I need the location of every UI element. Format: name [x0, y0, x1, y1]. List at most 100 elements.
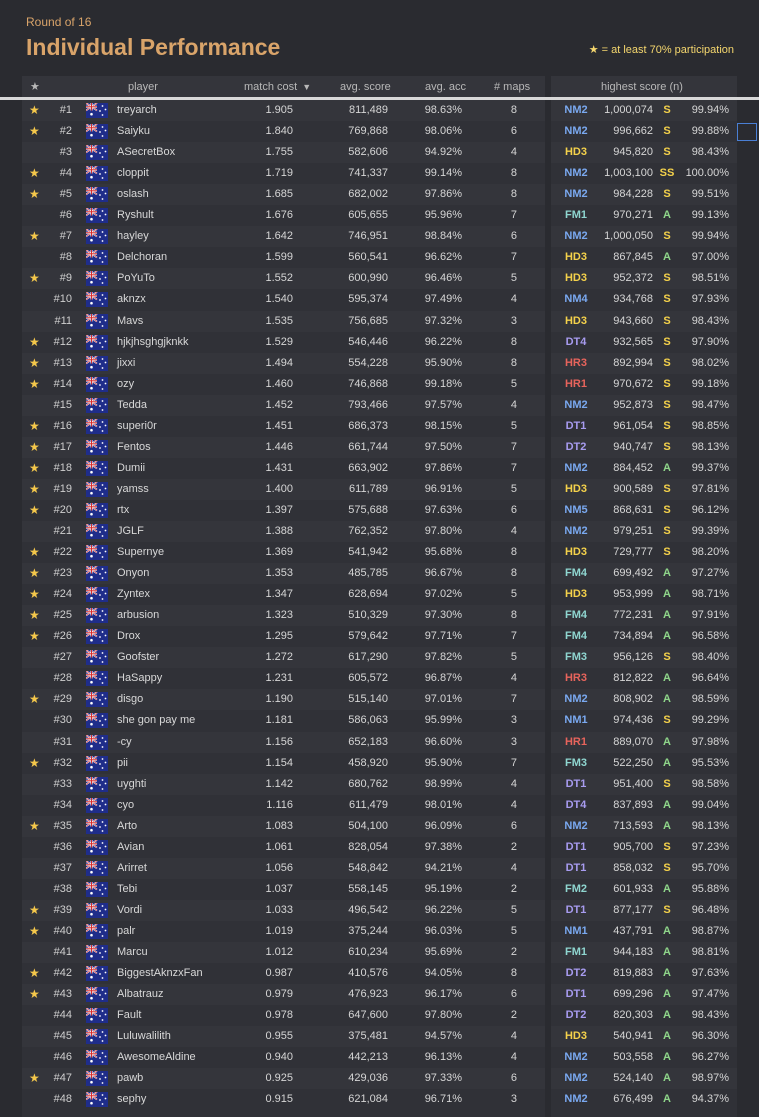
player-name[interactable]: Tebi — [117, 879, 137, 900]
match-cost-column-header[interactable]: match cost ▼ — [244, 76, 311, 98]
player-name[interactable]: Arto — [117, 816, 137, 837]
table-row[interactable]: #31 -cy 1.156 652,183 96.60% 3 HR1 889,070 A 97.9… — [0, 731, 759, 753]
avg-score-column-header[interactable]: avg. score — [340, 76, 391, 98]
table-row[interactable]: #30 she gon pay me 1.181 586,063 95.99% 3 NM1 9… — [0, 710, 759, 731]
table-row[interactable]: ★ #13 jixxi 1.494 554,228 95.90% 8 HR3 892,994 S 9… — [0, 352, 759, 374]
table-row[interactable]: ★ #12 hjkjhsghgjknkk 1.529 546,446 96.22% 8 DT4… — [0, 332, 759, 353]
table-row[interactable]: ★ #39 Vordi 1.033 496,542 96.22% 5 DT1 877,177 S 9… — [0, 899, 759, 921]
player-name[interactable]: Mavs — [117, 311, 143, 332]
table-row[interactable]: ★ #22 Supernye 1.369 541,942 95.68% 8 HD3 729,77… — [0, 542, 759, 563]
table-row[interactable]: ★ #47 pawb 0.925 429,036 97.33% 6 NM2 524,140 A 98… — [0, 1068, 759, 1090]
player-name[interactable]: cloppit — [117, 163, 149, 184]
player-name[interactable]: HaSappy — [117, 668, 162, 689]
table-row[interactable]: ★ #29 disgo 1.190 515,140 97.01% 7 NM2 808,902 A 9… — [0, 689, 759, 711]
table-row[interactable]: ★ #25 arbusion 1.323 510,329 97.30% 8 FM4 772,23… — [0, 605, 759, 627]
player-name[interactable]: JGLF — [117, 521, 144, 542]
player-name[interactable]: oslash — [117, 184, 149, 205]
player-name[interactable]: sephy — [117, 1089, 146, 1110]
player-name[interactable]: pii — [117, 753, 128, 774]
player-name[interactable]: she gon pay me — [117, 710, 195, 731]
player-name[interactable]: BiggestAknzxFan — [117, 963, 203, 984]
table-row[interactable]: ★ #1 treyarch 1.905 811,489 98.63% 8 NM2 1,000,0… — [0, 100, 759, 121]
selection-box[interactable] — [737, 123, 757, 141]
table-row[interactable]: ★ #7 hayley 1.642 746,951 98.84% 6 NM2 1,000,050… — [0, 226, 759, 248]
player-name[interactable]: arbusion — [117, 605, 159, 626]
table-row[interactable]: #34 cyo 1.116 611,479 98.01% 4 DT4 837,893 A 99.0… — [0, 795, 759, 816]
table-row[interactable]: #37 Arirret 1.056 548,842 94.21% 4 DT1 858,032 S… — [0, 857, 759, 879]
player-name[interactable]: palr — [117, 921, 135, 942]
table-row[interactable]: #48 sephy 0.915 621,084 96.71% 3 NM2 676,499 A 94… — [0, 1089, 759, 1110]
player-name[interactable]: Tedda — [117, 395, 147, 416]
table-row[interactable]: #8 Delchoran 1.599 560,541 96.62% 7 HD3 867,845… — [0, 247, 759, 268]
player-name[interactable]: pawb — [117, 1068, 143, 1089]
table-row[interactable]: ★ #32 pii 1.154 458,920 95.90% 7 FM3 522,250 A 95.… — [0, 753, 759, 774]
maps-column-header[interactable]: # maps — [494, 76, 530, 98]
table-row[interactable]: ★ #42 BiggestAknzxFan 0.987 410,576 94.05% 8 DT… — [0, 963, 759, 984]
table-row[interactable]: #44 Fault 0.978 647,600 97.80% 2 DT2 820,303 A 98… — [0, 1005, 759, 1026]
table-row[interactable]: ★ #4 cloppit 1.719 741,337 99.14% 8 NM2 1,003,10… — [0, 163, 759, 184]
player-name[interactable]: Ryshult — [117, 205, 154, 226]
player-name[interactable]: ASecretBox — [117, 142, 175, 163]
table-row[interactable]: #21 JGLF 1.388 762,352 97.80% 4 NM2 979,251 S 99.… — [0, 521, 759, 542]
player-name[interactable]: Arirret — [117, 858, 147, 879]
player-name[interactable]: Supernye — [117, 542, 164, 563]
avg-acc-column-header[interactable]: avg. acc — [425, 76, 466, 98]
table-row[interactable]: #11 Mavs 1.535 756,685 97.32% 3 HD3 943,660 S 98.… — [0, 310, 759, 332]
table-row[interactable]: ★ #20 rtx 1.397 575,688 97.63% 6 NM5 868,631 S 96.… — [0, 500, 759, 521]
table-row[interactable]: ★ #24 Zyntex 1.347 628,694 97.02% 5 HD3 953,999 A… — [0, 584, 759, 605]
player-column-header[interactable]: player — [128, 76, 158, 98]
table-row[interactable]: #33 uyghti 1.142 680,762 98.99% 4 DT1 951,400 S 9… — [0, 773, 759, 795]
player-name[interactable]: Albatrauz — [117, 984, 163, 1005]
table-row[interactable]: #36 Avian 1.061 828,054 97.38% 2 DT1 905,700 S 97… — [0, 837, 759, 858]
player-name[interactable]: Fault — [117, 1005, 141, 1026]
player-name[interactable]: uyghti — [117, 774, 146, 795]
table-row[interactable]: #10 aknzx 1.540 595,374 97.49% 4 NM4 934,768 S 97… — [0, 289, 759, 310]
highest-score-column-header[interactable]: highest score (n) — [601, 76, 683, 98]
player-name[interactable]: aknzx — [117, 289, 146, 310]
table-row[interactable]: ★ #2 Saiyku 1.840 769,868 98.06% 6 NM2 996,662 S 9… — [0, 121, 759, 142]
table-row[interactable]: ★ #19 yamss 1.400 611,789 96.91% 5 HD3 900,589 S 9… — [0, 478, 759, 500]
table-row[interactable]: #38 Tebi 1.037 558,145 95.19% 2 FM2 601,933 A 95.… — [0, 879, 759, 900]
table-row[interactable]: ★ #9 PoYuTo 1.552 600,990 96.46% 5 HD3 952,372 S 9… — [0, 268, 759, 290]
table-row[interactable]: ★ #18 Dumii 1.431 663,902 97.86% 7 NM2 884,452 A 9… — [0, 458, 759, 479]
player-name[interactable]: jixxi — [117, 353, 135, 374]
table-row[interactable]: ★ #26 Drox 1.295 579,642 97.71% 7 FM4 734,894 A 96… — [0, 626, 759, 647]
player-name[interactable]: Delchoran — [117, 247, 167, 268]
player-name[interactable]: Marcu — [117, 942, 148, 963]
table-row[interactable]: #41 Marcu 1.012 610,234 95.69% 2 FM1 944,183 A 98… — [0, 942, 759, 963]
player-name[interactable]: disgo — [117, 689, 143, 710]
player-name[interactable]: Goofster — [117, 647, 159, 668]
player-name[interactable]: Luluwalilith — [117, 1026, 171, 1047]
table-row[interactable]: #46 AwesomeAldine 0.940 442,213 96.13% 4 NM2 50… — [0, 1047, 759, 1068]
player-name[interactable]: hjkjhsghgjknkk — [117, 332, 189, 353]
table-row[interactable]: ★ #5 oslash 1.685 682,002 97.86% 8 NM2 984,228 S 9… — [0, 184, 759, 206]
table-row[interactable]: ★ #16 superi0r 1.451 686,373 98.15% 5 DT1 961,05… — [0, 416, 759, 437]
table-row[interactable]: #45 Luluwalilith 0.955 375,481 94.57% 4 HD3 540… — [0, 1026, 759, 1048]
player-name[interactable]: rtx — [117, 500, 129, 521]
table-row[interactable]: ★ #43 Albatrauz 0.979 476,923 96.17% 6 DT1 699,2… — [0, 984, 759, 1006]
player-name[interactable]: Avian — [117, 837, 144, 858]
player-name[interactable]: yamss — [117, 479, 149, 500]
table-row[interactable]: #15 Tedda 1.452 793,466 97.57% 4 NM2 952,873 S 98… — [0, 394, 759, 416]
player-name[interactable]: Dumii — [117, 458, 145, 479]
player-name[interactable]: superi0r — [117, 416, 157, 437]
player-name[interactable]: Saiyku — [117, 121, 150, 142]
table-row[interactable]: ★ #14 ozy 1.460 746,868 99.18% 5 HR1 970,672 S 99.… — [0, 374, 759, 395]
table-row[interactable]: ★ #40 palr 1.019 375,244 96.03% 5 NM1 437,791 A 98… — [0, 921, 759, 942]
player-name[interactable]: Fentos — [117, 437, 151, 458]
player-name[interactable]: Zyntex — [117, 584, 150, 605]
player-name[interactable]: Drox — [117, 626, 140, 647]
star-column-header[interactable]: ★ — [30, 76, 40, 98]
player-name[interactable]: ozy — [117, 374, 134, 395]
player-name[interactable]: Onyon — [117, 563, 149, 584]
table-row[interactable]: ★ #17 Fentos 1.446 661,744 97.50% 7 DT2 940,747 S… — [0, 436, 759, 458]
table-row[interactable]: #6 Ryshult 1.676 605,655 95.96% 7 FM1 970,271 A 9… — [0, 205, 759, 226]
player-name[interactable]: -cy — [117, 732, 132, 753]
player-name[interactable]: Vordi — [117, 900, 142, 921]
table-row[interactable]: #3 ASecretBox 1.755 582,606 94.92% 4 HD3 945,82… — [0, 142, 759, 164]
player-name[interactable]: hayley — [117, 226, 149, 247]
table-row[interactable]: ★ #35 Arto 1.083 504,100 96.09% 6 NM2 713,593 A 98… — [0, 815, 759, 837]
player-name[interactable]: cyo — [117, 795, 134, 816]
table-row[interactable]: ★ #23 Onyon 1.353 485,785 96.67% 8 FM4 699,492 A 9… — [0, 563, 759, 585]
table-row[interactable]: #27 Goofster 1.272 617,290 97.82% 5 FM3 956,126… — [0, 647, 759, 669]
